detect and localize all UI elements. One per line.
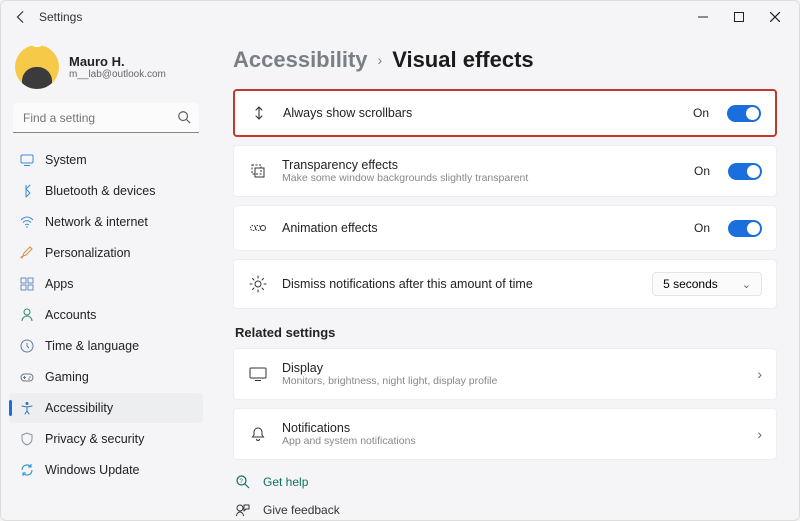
system-icon	[19, 152, 35, 168]
scrollbars-toggle[interactable]	[727, 105, 761, 122]
minimize-icon	[698, 12, 708, 22]
select-value: 5 seconds	[663, 277, 718, 291]
nav-label: Gaming	[45, 370, 89, 384]
toggle-label: On	[693, 106, 709, 120]
breadcrumb-current: Visual effects	[392, 47, 533, 73]
nav-item-network-internet[interactable]: Network & internet	[9, 207, 203, 237]
feedback-icon	[235, 502, 251, 518]
search-icon	[177, 110, 191, 129]
nav-item-gaming[interactable]: Gaming	[9, 362, 203, 392]
chevron-right-icon: ›	[757, 426, 762, 442]
toggle-label: On	[694, 164, 710, 178]
wifi-icon	[19, 214, 35, 230]
search-box[interactable]	[13, 103, 199, 133]
breadcrumb: Accessibility › Visual effects	[233, 47, 777, 73]
toggle-label: On	[694, 221, 710, 235]
chevron-down-icon: ⌄	[742, 278, 751, 291]
nav-item-accessibility[interactable]: Accessibility	[9, 393, 203, 423]
nav-label: Personalization	[45, 246, 130, 260]
nav-item-privacy-security[interactable]: Privacy & security	[9, 424, 203, 454]
nav-label: Windows Update	[45, 463, 140, 477]
dismiss-select[interactable]: 5 seconds ⌄	[652, 272, 762, 296]
chevron-right-icon: ›	[757, 366, 762, 382]
nav-item-system[interactable]: System	[9, 145, 203, 175]
maximize-button[interactable]	[721, 3, 757, 31]
accessibility-icon	[19, 400, 35, 416]
setting-dismiss-notifications[interactable]: Dismiss notifications after this amount …	[233, 259, 777, 309]
window-title: Settings	[39, 10, 82, 24]
nav-item-accounts[interactable]: Accounts	[9, 300, 203, 330]
nav-label: Time & language	[45, 339, 139, 353]
maximize-icon	[734, 12, 744, 22]
nav-label: Accounts	[45, 308, 96, 322]
user-name: Mauro H.	[69, 54, 166, 69]
arrow-left-icon	[14, 10, 28, 24]
nav-label: Apps	[45, 277, 74, 291]
chevron-right-icon: ›	[378, 52, 383, 68]
setting-transparency[interactable]: Transparency effects Make some window ba…	[233, 145, 777, 197]
nav-label: Bluetooth & devices	[45, 184, 156, 198]
animation-toggle[interactable]	[728, 220, 762, 237]
nav-item-personalization[interactable]: Personalization	[9, 238, 203, 268]
svg-text:?: ?	[240, 479, 244, 485]
game-icon	[19, 369, 35, 385]
nav-item-bluetooth-devices[interactable]: Bluetooth & devices	[9, 176, 203, 206]
setting-label: Always show scrollbars	[283, 106, 679, 120]
avatar	[15, 45, 59, 89]
brightness-icon	[248, 274, 268, 294]
related-notifications[interactable]: Notifications App and system notificatio…	[233, 408, 777, 460]
setting-label: Transparency effects	[282, 158, 680, 172]
clock-icon	[19, 338, 35, 354]
nav-label: Network & internet	[45, 215, 148, 229]
give-feedback-link[interactable]: Give feedback	[233, 496, 777, 520]
animation-icon	[248, 218, 268, 238]
main-panel: Accessibility › Visual effects Always sh…	[211, 33, 799, 520]
user-email: m__lab@outlook.com	[69, 69, 166, 80]
sidebar: Mauro H. m__lab@outlook.com System Blueto…	[1, 33, 211, 520]
setting-label: Display	[282, 361, 743, 375]
setting-scrollbars[interactable]: Always show scrollbars On	[233, 89, 777, 137]
scrollbar-icon	[249, 103, 269, 123]
related-heading: Related settings	[235, 325, 777, 340]
setting-sub: App and system notifications	[282, 435, 743, 447]
search-input[interactable]	[13, 103, 199, 133]
nav-item-windows-update[interactable]: Windows Update	[9, 455, 203, 485]
link-label: Get help	[263, 475, 308, 489]
nav-item-apps[interactable]: Apps	[9, 269, 203, 299]
close-icon	[770, 12, 780, 22]
setting-animation[interactable]: Animation effects On	[233, 205, 777, 251]
nav-label: System	[45, 153, 87, 167]
bluetooth-icon	[19, 183, 35, 199]
related-display[interactable]: Display Monitors, brightness, night ligh…	[233, 348, 777, 400]
apps-icon	[19, 276, 35, 292]
setting-label: Animation effects	[282, 221, 680, 235]
bell-icon	[248, 424, 268, 444]
close-button[interactable]	[757, 3, 793, 31]
help-icon: ?	[235, 474, 251, 490]
brush-icon	[19, 245, 35, 261]
titlebar: Settings	[1, 1, 799, 33]
breadcrumb-parent[interactable]: Accessibility	[233, 47, 368, 73]
transparency-toggle[interactable]	[728, 163, 762, 180]
nav-label: Accessibility	[45, 401, 113, 415]
nav-label: Privacy & security	[45, 432, 144, 446]
setting-sub: Monitors, brightness, night light, displ…	[282, 375, 743, 387]
setting-label: Notifications	[282, 421, 743, 435]
update-icon	[19, 462, 35, 478]
shield-icon	[19, 431, 35, 447]
back-button[interactable]	[7, 3, 35, 31]
get-help-link[interactable]: ? Get help	[233, 468, 777, 496]
setting-label: Dismiss notifications after this amount …	[282, 277, 638, 291]
nav-list: System Bluetooth & devices Network & inter…	[9, 145, 203, 485]
display-icon	[248, 364, 268, 384]
link-label: Give feedback	[263, 503, 340, 517]
transparency-icon	[248, 161, 268, 181]
profile-block[interactable]: Mauro H. m__lab@outlook.com	[9, 41, 203, 103]
person-icon	[19, 307, 35, 323]
minimize-button[interactable]	[685, 3, 721, 31]
nav-item-time-language[interactable]: Time & language	[9, 331, 203, 361]
setting-sub: Make some window backgrounds slightly tr…	[282, 172, 680, 184]
